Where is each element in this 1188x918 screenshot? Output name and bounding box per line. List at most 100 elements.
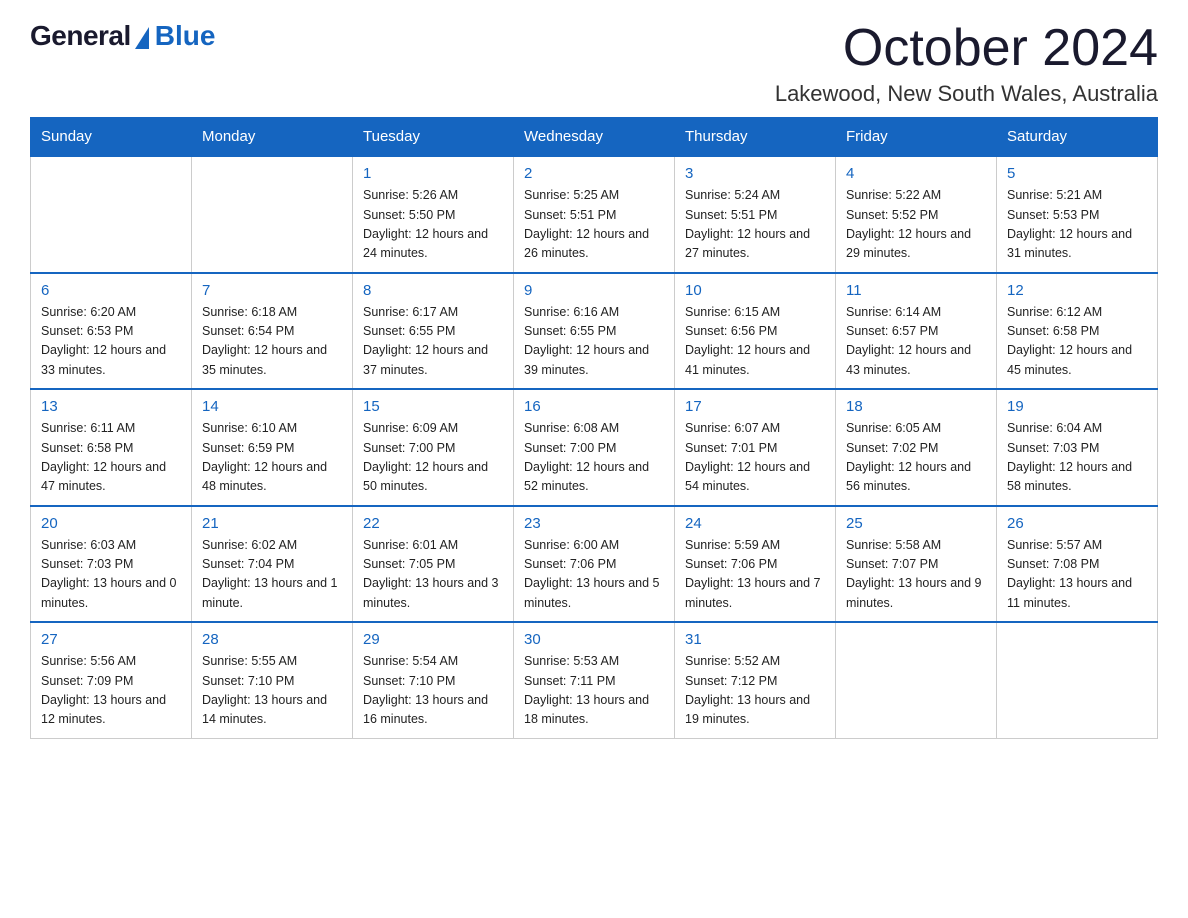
day-number: 27 xyxy=(41,631,181,648)
day-info: Sunrise: 5:54 AM Sunset: 7:10 PM Dayligh… xyxy=(363,652,503,730)
header-monday: Monday xyxy=(192,118,353,157)
day-info: Sunrise: 5:24 AM Sunset: 5:51 PM Dayligh… xyxy=(685,186,825,264)
day-info: Sunrise: 5:57 AM Sunset: 7:08 PM Dayligh… xyxy=(1007,536,1147,614)
day-info: Sunrise: 5:58 AM Sunset: 7:07 PM Dayligh… xyxy=(846,536,986,614)
calendar-cell: 11 Sunrise: 6:14 AM Sunset: 6:57 PM Dayli… xyxy=(836,273,997,390)
day-info: Sunrise: 6:10 AM Sunset: 6:59 PM Dayligh… xyxy=(202,419,342,497)
day-info: Sunrise: 6:03 AM Sunset: 7:03 PM Dayligh… xyxy=(41,536,181,614)
day-number: 1 xyxy=(363,165,503,182)
logo-area: General Blue xyxy=(30,20,215,52)
calendar-cell: 12 Sunrise: 6:12 AM Sunset: 6:58 PM Dayli… xyxy=(997,273,1158,390)
calendar-cell: 23 Sunrise: 6:00 AM Sunset: 7:06 PM Dayli… xyxy=(514,506,675,623)
calendar-cell: 9Sunrise: 6:16 AM Sunset: 6:55 PM Daylig… xyxy=(514,273,675,390)
day-number: 30 xyxy=(524,631,664,648)
day-number: 6 xyxy=(41,282,181,299)
calendar-cell: 30Sunrise: 5:53 AM Sunset: 7:11 PM Dayli… xyxy=(514,622,675,738)
day-number: 11 xyxy=(846,282,986,299)
day-info: Sunrise: 6:04 AM Sunset: 7:03 PM Dayligh… xyxy=(1007,419,1147,497)
calendar-cell: 17 Sunrise: 6:07 AM Sunset: 7:01 PM Dayli… xyxy=(675,389,836,506)
calendar-table: SundayMondayTuesdayWednesdayThursdayFrid… xyxy=(30,117,1158,739)
calendar-cell: 8 Sunrise: 6:17 AM Sunset: 6:55 PM Daylig… xyxy=(353,273,514,390)
calendar-cell: 4Sunrise: 5:22 AM Sunset: 5:52 PM Daylig… xyxy=(836,156,997,273)
header-sunday: Sunday xyxy=(31,118,192,157)
calendar-cell: 10Sunrise: 6:15 AM Sunset: 6:56 PM Dayli… xyxy=(675,273,836,390)
day-number: 14 xyxy=(202,398,342,415)
day-info: Sunrise: 6:07 AM Sunset: 7:01 PM Dayligh… xyxy=(685,419,825,497)
day-info: Sunrise: 5:59 AM Sunset: 7:06 PM Dayligh… xyxy=(685,536,825,614)
week-row-5: 27 Sunrise: 5:56 AM Sunset: 7:09 PM Dayli… xyxy=(31,622,1158,738)
calendar-cell: 31Sunrise: 5:52 AM Sunset: 7:12 PM Dayli… xyxy=(675,622,836,738)
calendar-cell xyxy=(997,622,1158,738)
day-number: 26 xyxy=(1007,515,1147,532)
day-info: Sunrise: 6:02 AM Sunset: 7:04 PM Dayligh… xyxy=(202,536,342,614)
location-title: Lakewood, New South Wales, Australia xyxy=(775,81,1158,107)
day-info: Sunrise: 6:01 AM Sunset: 7:05 PM Dayligh… xyxy=(363,536,503,614)
day-number: 8 xyxy=(363,282,503,299)
day-info: Sunrise: 6:20 AM Sunset: 6:53 PM Dayligh… xyxy=(41,303,181,381)
day-info: Sunrise: 6:08 AM Sunset: 7:00 PM Dayligh… xyxy=(524,419,664,497)
day-number: 28 xyxy=(202,631,342,648)
day-info: Sunrise: 6:18 AM Sunset: 6:54 PM Dayligh… xyxy=(202,303,342,381)
day-number: 19 xyxy=(1007,398,1147,415)
header-thursday: Thursday xyxy=(675,118,836,157)
day-info: Sunrise: 5:21 AM Sunset: 5:53 PM Dayligh… xyxy=(1007,186,1147,264)
week-row-2: 6 Sunrise: 6:20 AM Sunset: 6:53 PM Daylig… xyxy=(31,273,1158,390)
day-number: 7 xyxy=(202,282,342,299)
day-number: 24 xyxy=(685,515,825,532)
day-number: 17 xyxy=(685,398,825,415)
day-info: Sunrise: 6:17 AM Sunset: 6:55 PM Dayligh… xyxy=(363,303,503,381)
day-info: Sunrise: 6:14 AM Sunset: 6:57 PM Dayligh… xyxy=(846,303,986,381)
calendar-cell: 16Sunrise: 6:08 AM Sunset: 7:00 PM Dayli… xyxy=(514,389,675,506)
header-row: SundayMondayTuesdayWednesdayThursdayFrid… xyxy=(31,118,1158,157)
calendar-cell: 1 Sunrise: 5:26 AM Sunset: 5:50 PM Daylig… xyxy=(353,156,514,273)
day-info: Sunrise: 6:15 AM Sunset: 6:56 PM Dayligh… xyxy=(685,303,825,381)
calendar-cell: 5 Sunrise: 5:21 AM Sunset: 5:53 PM Daylig… xyxy=(997,156,1158,273)
calendar-cell: 22 Sunrise: 6:01 AM Sunset: 7:05 PM Dayli… xyxy=(353,506,514,623)
day-info: Sunrise: 6:11 AM Sunset: 6:58 PM Dayligh… xyxy=(41,419,181,497)
day-number: 20 xyxy=(41,515,181,532)
day-number: 15 xyxy=(363,398,503,415)
title-area: October 2024 Lakewood, New South Wales, … xyxy=(775,20,1158,107)
day-info: Sunrise: 5:52 AM Sunset: 7:12 PM Dayligh… xyxy=(685,652,825,730)
week-row-1: 1 Sunrise: 5:26 AM Sunset: 5:50 PM Daylig… xyxy=(31,156,1158,273)
day-info: Sunrise: 5:56 AM Sunset: 7:09 PM Dayligh… xyxy=(41,652,181,730)
calendar-cell: 3 Sunrise: 5:24 AM Sunset: 5:51 PM Daylig… xyxy=(675,156,836,273)
day-info: Sunrise: 5:25 AM Sunset: 5:51 PM Dayligh… xyxy=(524,186,664,264)
calendar-cell: 19 Sunrise: 6:04 AM Sunset: 7:03 PM Dayli… xyxy=(997,389,1158,506)
calendar-cell: 13Sunrise: 6:11 AM Sunset: 6:58 PM Dayli… xyxy=(31,389,192,506)
header-friday: Friday xyxy=(836,118,997,157)
calendar-cell: 24 Sunrise: 5:59 AM Sunset: 7:06 PM Dayli… xyxy=(675,506,836,623)
day-number: 5 xyxy=(1007,165,1147,182)
logo-general-text: General xyxy=(30,20,131,52)
day-number: 21 xyxy=(202,515,342,532)
calendar-cell: 28Sunrise: 5:55 AM Sunset: 7:10 PM Dayli… xyxy=(192,622,353,738)
header-wednesday: Wednesday xyxy=(514,118,675,157)
day-info: Sunrise: 6:16 AM Sunset: 6:55 PM Dayligh… xyxy=(524,303,664,381)
day-number: 23 xyxy=(524,515,664,532)
day-number: 3 xyxy=(685,165,825,182)
day-number: 25 xyxy=(846,515,986,532)
day-number: 29 xyxy=(363,631,503,648)
calendar-cell xyxy=(31,156,192,273)
day-number: 2 xyxy=(524,165,664,182)
calendar-cell: 15 Sunrise: 6:09 AM Sunset: 7:00 PM Dayli… xyxy=(353,389,514,506)
day-info: Sunrise: 6:09 AM Sunset: 7:00 PM Dayligh… xyxy=(363,419,503,497)
day-info: Sunrise: 6:12 AM Sunset: 6:58 PM Dayligh… xyxy=(1007,303,1147,381)
calendar-cell: 6 Sunrise: 6:20 AM Sunset: 6:53 PM Daylig… xyxy=(31,273,192,390)
day-number: 22 xyxy=(363,515,503,532)
day-info: Sunrise: 5:26 AM Sunset: 5:50 PM Dayligh… xyxy=(363,186,503,264)
calendar-cell: 25 Sunrise: 5:58 AM Sunset: 7:07 PM Dayli… xyxy=(836,506,997,623)
calendar-cell: 29 Sunrise: 5:54 AM Sunset: 7:10 PM Dayli… xyxy=(353,622,514,738)
logo: General Blue xyxy=(30,20,215,52)
day-info: Sunrise: 6:05 AM Sunset: 7:02 PM Dayligh… xyxy=(846,419,986,497)
header-tuesday: Tuesday xyxy=(353,118,514,157)
calendar-cell: 18 Sunrise: 6:05 AM Sunset: 7:02 PM Dayli… xyxy=(836,389,997,506)
calendar-cell: 20 Sunrise: 6:03 AM Sunset: 7:03 PM Dayli… xyxy=(31,506,192,623)
calendar-cell: 7 Sunrise: 6:18 AM Sunset: 6:54 PM Daylig… xyxy=(192,273,353,390)
day-info: Sunrise: 5:22 AM Sunset: 5:52 PM Dayligh… xyxy=(846,186,986,264)
day-number: 12 xyxy=(1007,282,1147,299)
day-info: Sunrise: 6:00 AM Sunset: 7:06 PM Dayligh… xyxy=(524,536,664,614)
day-number: 18 xyxy=(846,398,986,415)
calendar-cell: 2 Sunrise: 5:25 AM Sunset: 5:51 PM Daylig… xyxy=(514,156,675,273)
calendar-cell xyxy=(836,622,997,738)
